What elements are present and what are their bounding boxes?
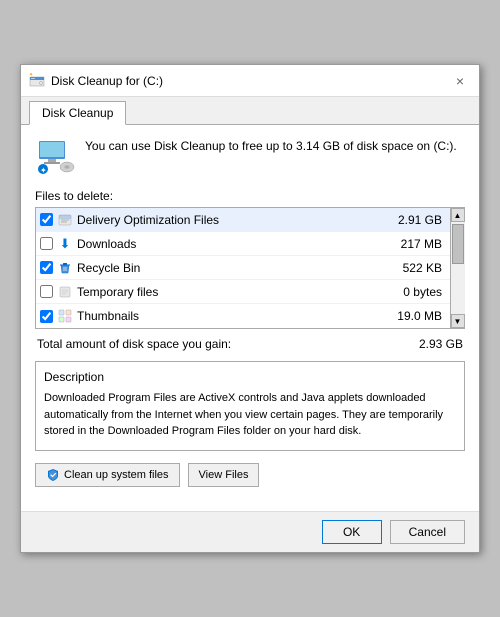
recycle-size: 522 KB xyxy=(403,261,442,275)
scroll-up-arrow[interactable]: ▲ xyxy=(451,208,465,222)
clean-system-button[interactable]: Clean up system files xyxy=(35,463,180,487)
cancel-button[interactable]: Cancel xyxy=(390,520,465,544)
temp-icon xyxy=(57,284,73,300)
title-bar: ✦ Disk Cleanup for (C:) × xyxy=(21,65,479,97)
delivery-checkbox[interactable] xyxy=(40,213,53,226)
table-row: ⬇ Downloads 217 MB xyxy=(36,232,450,256)
tab-bar: Disk Cleanup xyxy=(21,97,479,125)
thumbnails-name: Thumbnails xyxy=(77,309,393,323)
file-list-scrollbar[interactable]: ▲ ▼ xyxy=(450,208,464,328)
main-content: ✦ You can use Disk Cleanup to free up to… xyxy=(21,125,479,511)
delivery-icon xyxy=(57,212,73,228)
total-label: Total amount of disk space you gain: xyxy=(37,337,231,351)
description-title: Description xyxy=(44,368,456,386)
temp-name: Temporary files xyxy=(77,285,399,299)
disk-cleanup-icon: ✦ xyxy=(29,73,45,89)
recycle-checkbox[interactable] xyxy=(40,261,53,274)
downloads-size: 217 MB xyxy=(401,237,442,251)
total-row: Total amount of disk space you gain: 2.9… xyxy=(35,337,465,351)
downloads-name: Downloads xyxy=(77,237,397,251)
shield-icon xyxy=(46,468,60,482)
view-files-label: View Files xyxy=(199,469,249,481)
drive-icon: ✦ xyxy=(35,137,75,177)
title-bar-left: ✦ Disk Cleanup for (C:) xyxy=(29,73,163,89)
disk-cleanup-tab[interactable]: Disk Cleanup xyxy=(29,101,126,125)
table-row: Recycle Bin 522 KB xyxy=(36,256,450,280)
table-row: Thumbnails 19.0 MB xyxy=(36,304,450,328)
temp-size: 0 bytes xyxy=(403,285,442,299)
info-row: ✦ You can use Disk Cleanup to free up to… xyxy=(35,137,465,177)
file-list-container: Delivery Optimization Files 2.91 GB ⬇ Do… xyxy=(35,207,465,329)
file-list: Delivery Optimization Files 2.91 GB ⬇ Do… xyxy=(36,208,450,328)
thumbnails-checkbox[interactable] xyxy=(40,310,53,323)
scroll-thumb[interactable] xyxy=(452,224,464,264)
ok-button[interactable]: OK xyxy=(322,520,382,544)
total-value: 2.93 GB xyxy=(419,337,463,351)
recycle-icon xyxy=(57,260,73,276)
view-files-button[interactable]: View Files xyxy=(188,463,260,487)
downloads-icon: ⬇ xyxy=(57,236,73,252)
thumbnails-icon xyxy=(57,308,73,324)
window-title: Disk Cleanup for (C:) xyxy=(51,74,163,88)
scroll-down-arrow[interactable]: ▼ xyxy=(451,314,465,328)
description-text: Downloaded Program Files are ActiveX con… xyxy=(44,390,456,440)
thumbnails-size: 19.0 MB xyxy=(397,309,442,323)
close-button[interactable]: × xyxy=(449,70,471,92)
svg-text:✦: ✦ xyxy=(40,166,47,175)
footer: OK Cancel xyxy=(21,511,479,552)
clean-system-label: Clean up system files xyxy=(64,469,169,481)
files-label: Files to delete: xyxy=(35,189,465,203)
svg-text:✦: ✦ xyxy=(29,73,33,78)
table-row: Temporary files 0 bytes xyxy=(36,280,450,304)
delivery-name: Delivery Optimization Files xyxy=(77,213,394,227)
description-box: Description Downloaded Program Files are… xyxy=(35,361,465,451)
downloads-checkbox[interactable] xyxy=(40,237,53,250)
temp-checkbox[interactable] xyxy=(40,285,53,298)
delivery-size: 2.91 GB xyxy=(398,213,442,227)
recycle-name: Recycle Bin xyxy=(77,261,399,275)
info-text: You can use Disk Cleanup to free up to 3… xyxy=(85,137,457,155)
action-row: Clean up system files View Files xyxy=(35,463,465,487)
scroll-track xyxy=(451,222,465,314)
disk-cleanup-window: ✦ Disk Cleanup for (C:) × Disk Cleanup xyxy=(20,64,480,553)
table-row: Delivery Optimization Files 2.91 GB xyxy=(36,208,450,232)
